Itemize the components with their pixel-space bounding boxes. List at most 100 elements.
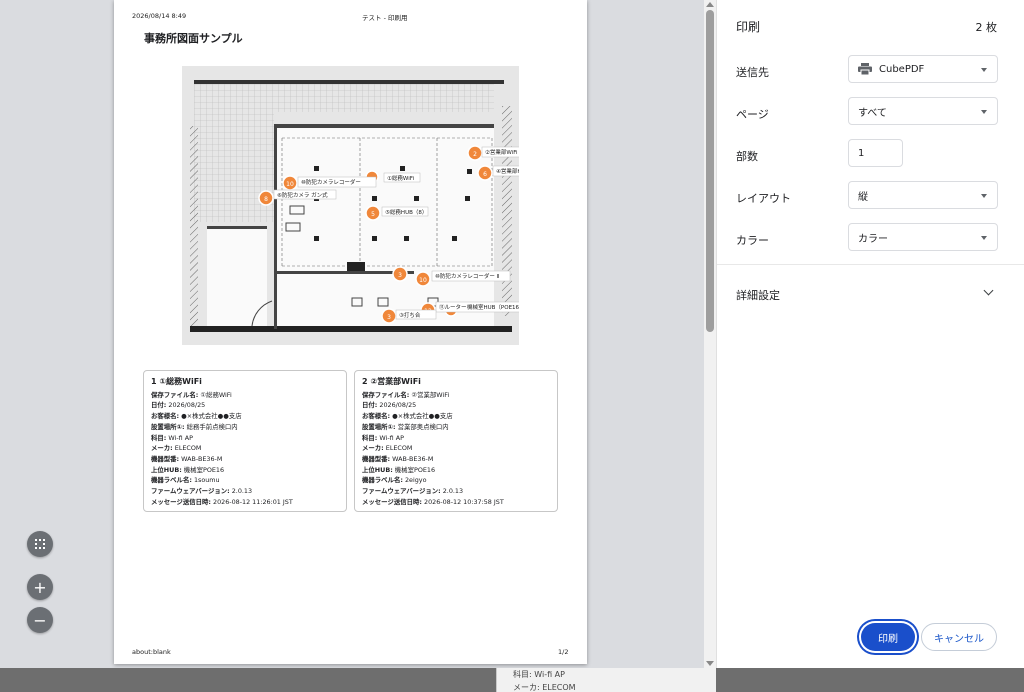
device-card-key: メッセージ送信日時:: [362, 497, 422, 506]
device-card-value: 1soumu: [193, 476, 220, 485]
device-card-row: お客様名: ●×株式会社●●支店: [362, 411, 550, 422]
device-card-row: 機器ラベル名: 1soumu: [151, 475, 339, 486]
device-card-value: 2.0.13: [442, 487, 464, 496]
print-settings-panel: 印刷 2 枚 送信先 CubePDF ページ すべて 部数 1 レイアウト 縦 …: [716, 0, 1024, 668]
device-card-key: 設置場所①:: [362, 422, 396, 431]
device-card-value: Wi-fi AP: [168, 433, 193, 442]
plan-marker: 3: [387, 314, 391, 321]
device-card-value: ●×株式会社●●支店: [392, 412, 453, 421]
device-card-row: 科目: Wi-fi AP: [151, 433, 339, 444]
device-card-key: 保存ファイル名:: [362, 390, 410, 399]
preview-scrollbar[interactable]: [704, 0, 716, 668]
device-card-value: 総務手前点検口内: [186, 422, 238, 431]
layout-select[interactable]: 縦: [848, 181, 998, 209]
device-card-key: 日付:: [362, 401, 378, 410]
device-card-key: お客様名:: [151, 412, 180, 421]
device-card-value: ①総務WiFi: [200, 390, 232, 399]
plan-label: ②営業部WiFi: [485, 148, 518, 156]
device-card-row: メッセージ送信日時: 2026-08-12 10:37:58 JST: [362, 497, 550, 508]
pages-select[interactable]: すべて: [848, 97, 998, 125]
scroll-up-arrow-icon[interactable]: [706, 2, 714, 7]
device-card-value: Wi-fi AP: [379, 433, 404, 442]
color-label: カラー: [736, 234, 769, 247]
device-card-key: 日付:: [151, 401, 167, 410]
page-header-datetime: 2026/08/14 8:49: [132, 12, 187, 20]
document-title: 事務所図面サンプル: [144, 32, 243, 45]
plan-marker: 6: [483, 171, 487, 178]
device-card-key: 科目:: [362, 433, 378, 442]
zoom-in-button[interactable]: +: [27, 574, 53, 600]
device-card-title: 2 ②営業部WiFi: [362, 377, 421, 386]
preview-page: 2026/08/14 8:49 テスト - 印刷用 事務所図面サンプル 2 6 …: [114, 0, 587, 664]
print-preview-area: 2026/08/14 8:49 テスト - 印刷用 事務所図面サンプル 2 6 …: [0, 0, 704, 668]
device-card-row: お客様名: ●×株式会社●●支店: [151, 411, 339, 422]
device-card-key: 機器ラベル名:: [151, 476, 192, 485]
copies-input[interactable]: 1: [848, 139, 903, 167]
underlying-page: 科目: Wi-fi AP メーカ: ELECOM: [496, 668, 716, 692]
scroll-thumb[interactable]: [706, 10, 714, 332]
chevron-down-icon: [981, 194, 987, 198]
device-card-row: メーカ: ELECOM: [151, 443, 339, 454]
color-value: カラー: [858, 233, 888, 245]
device-card-row: 上位HUB: 機械室POE16: [151, 465, 339, 476]
cancel-button[interactable]: キャンセル: [921, 623, 997, 651]
device-card: 1 ①総務WiFi 保存ファイル名: ①総務WiFi 日付: 2026/08/25 お…: [143, 370, 347, 512]
plan-label: ⑩防犯カメラレコーダー: [301, 178, 361, 186]
underlying-text: 科目: Wi-fi AP: [513, 670, 565, 679]
device-card-row: 機器型番: WAB-BE36-M: [151, 454, 339, 465]
background-strip: [0, 668, 496, 692]
device-card-value: ELECOM: [174, 444, 202, 453]
device-card-value: 2026/08/25: [379, 401, 417, 410]
device-card-key: メーカ:: [362, 444, 384, 453]
plan-label: ⑥防犯カメラ ガン式: [277, 191, 328, 199]
destination-value: CubePDF: [879, 63, 925, 75]
color-select[interactable]: カラー: [848, 223, 998, 251]
device-card-row: メーカ: ELECOM: [362, 443, 550, 454]
plan-label: ⑤総務HUB（8）: [385, 208, 427, 216]
chevron-down-icon[interactable]: [983, 285, 994, 296]
zoom-out-button[interactable]: −: [27, 607, 53, 633]
divider: [717, 264, 1024, 265]
device-card-value: ELECOM: [385, 444, 413, 453]
page-header-title: テスト - 印刷用: [362, 14, 408, 22]
page-footer-number: 1/2: [558, 648, 569, 656]
device-card-key: メッセージ送信日時:: [151, 497, 211, 506]
device-card-row: 機器ラベル名: 2eigyo: [362, 475, 550, 486]
plan-label: ①総務WiFi: [387, 174, 415, 182]
device-card-row: 保存ファイル名: ①総務WiFi: [151, 390, 339, 401]
device-card-value: 2026-08-12 10:37:58 JST: [424, 497, 504, 506]
print-button[interactable]: 印刷: [861, 623, 915, 651]
pages-label: ページ: [736, 108, 769, 121]
device-card-value: ②営業部WiFi: [411, 390, 450, 399]
device-card-row: ファームウェアバージョン: 2.0.13: [151, 486, 339, 497]
more-settings-toggle[interactable]: 詳細設定: [736, 287, 780, 303]
device-card-row: ファームウェアバージョン: 2.0.13: [362, 486, 550, 497]
floor-plan-image: 2 6 10 8 5 3 10 12 3 ②営業部WiFi ④営業部HUB（8）…: [182, 66, 519, 345]
plan-label: ④営業部HUB（8）: [496, 167, 519, 175]
device-card-key: 機器ラベル名:: [362, 476, 403, 485]
chevron-down-icon: [981, 68, 987, 72]
fit-to-page-button[interactable]: [27, 531, 53, 557]
pages-value: すべて: [858, 107, 887, 119]
device-card-key: 設置場所①:: [151, 422, 185, 431]
copies-label: 部数: [736, 150, 758, 163]
plan-marker: 10: [286, 181, 294, 188]
device-card-key: 上位HUB:: [362, 465, 393, 474]
underlying-text: メーカ: ELECOM: [513, 683, 576, 692]
device-card-key: 機器型番:: [151, 454, 180, 463]
device-card-key: 保存ファイル名:: [151, 390, 199, 399]
plan-label: 機械室HUB（POE16）: [467, 303, 519, 311]
device-card-row: 日付: 2026/08/25: [151, 400, 339, 411]
device-card-row: 保存ファイル名: ②営業部WiFi: [362, 390, 550, 401]
chevron-down-icon: [981, 110, 987, 114]
device-card-key: 科目:: [151, 433, 167, 442]
device-card-row: 設置場所①: 総務手前点検口内: [151, 422, 339, 433]
device-card-value: WAB-BE36-M: [181, 454, 223, 463]
device-card-row: メッセージ送信日時: 2026-08-12 11:26:01 JST: [151, 497, 339, 508]
scroll-down-arrow-icon[interactable]: [706, 661, 714, 666]
device-card-title: 1 ①総務WiFi: [151, 377, 202, 386]
device-card-key: メーカ:: [151, 444, 173, 453]
page-footer-url: about:blank: [132, 648, 171, 656]
destination-select[interactable]: CubePDF: [848, 55, 998, 83]
device-card-row: 日付: 2026/08/25: [362, 400, 550, 411]
